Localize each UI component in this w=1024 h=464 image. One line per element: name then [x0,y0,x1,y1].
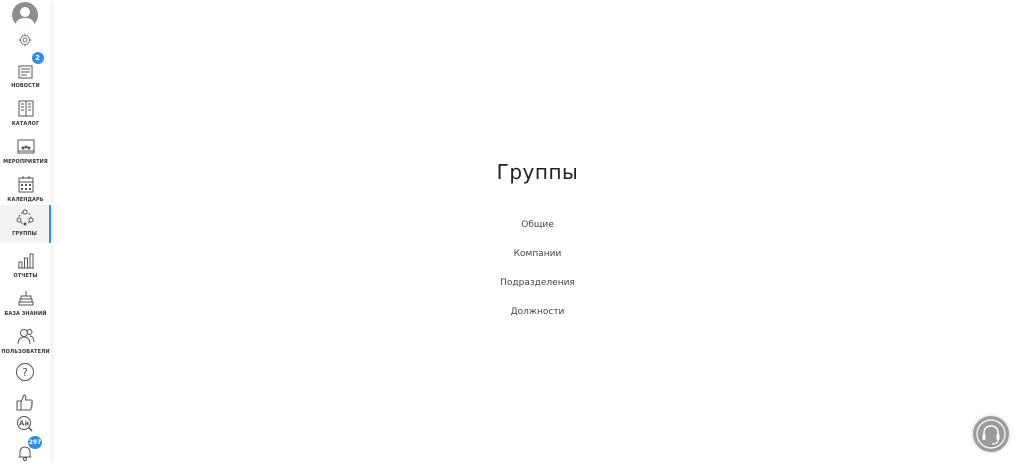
group-type-list: Общие Компании Подразделения Должности [51,220,1024,336]
notifications-count-badge: 297 [28,436,42,449]
user-avatar-icon [15,7,35,28]
help-icon[interactable]: ? [15,362,35,382]
reports-icon [16,250,36,270]
thumbs-up-icon[interactable] [15,392,35,412]
sidebar-item-label: БАЗА ЗНАНИЙ [4,311,47,317]
sidebar-item-reports[interactable]: ОТЧЕТЫ [0,247,51,285]
sidebar-item-label: ГРУППЫ [12,231,37,237]
page-title: Группы [496,160,579,184]
calendar-icon [16,174,36,194]
group-link-general[interactable]: Общие [51,220,1024,249]
svg-text:?: ? [22,366,28,379]
catalog-icon [16,98,36,118]
group-link-departments[interactable]: Подразделения [51,278,1024,307]
sidebar-item-label: НОВОСТИ [11,83,40,89]
settings-icon[interactable] [18,33,32,47]
sidebar-item-label: МЕРОПРИЯТИЯ [3,159,48,165]
sidebar-item-groups[interactable]: ГРУППЫ [0,205,51,243]
sidebar-item-label: КАЛЕНДАРЬ [7,197,44,203]
headset-icon [976,419,1006,449]
groups-icon [15,208,35,228]
font-size-icon[interactable]: Aa [15,414,35,434]
news-count-badge: 2 [31,52,44,64]
news-icon: 2 [16,52,44,80]
sidebar-item-users[interactable]: ПОЛЬЗОВАТЕЛИ [0,323,51,361]
sidebar-item-events[interactable]: МЕРОПРИЯТИЯ [0,133,51,171]
sidebar-item-label: ОТЧЕТЫ [13,273,38,279]
sidebar-item-label: ПОЛЬЗОВАТЕЛИ [1,349,50,355]
sidebar-item-catalog[interactable]: КАТАЛОГ [0,95,51,133]
main-content: Группы Общие Компании Подразделения Долж… [51,0,1024,464]
notifications-bell[interactable]: 297 [15,436,42,462]
group-link-positions[interactable]: Должности [51,307,1024,336]
sidebar-item-label: КАТАЛОГ [11,121,40,127]
group-link-companies[interactable]: Компании [51,249,1024,278]
sidebar-item-news[interactable]: 2 НОВОСТИ [0,52,51,95]
support-button[interactable] [973,416,1009,452]
sidebar: 2 НОВОСТИ КАТАЛОГ МЕРОПРИЯТИЯ КАЛЕНДАРЬ … [0,0,51,464]
events-icon [16,136,36,156]
knowledge-base-icon [16,288,36,308]
sidebar-item-knowledge-base[interactable]: БАЗА ЗНАНИЙ [0,285,51,323]
users-icon [16,326,36,346]
avatar[interactable] [12,2,38,28]
svg-text:Aa: Aa [19,420,29,428]
sidebar-item-calendar[interactable]: КАЛЕНДАРЬ [0,171,51,209]
